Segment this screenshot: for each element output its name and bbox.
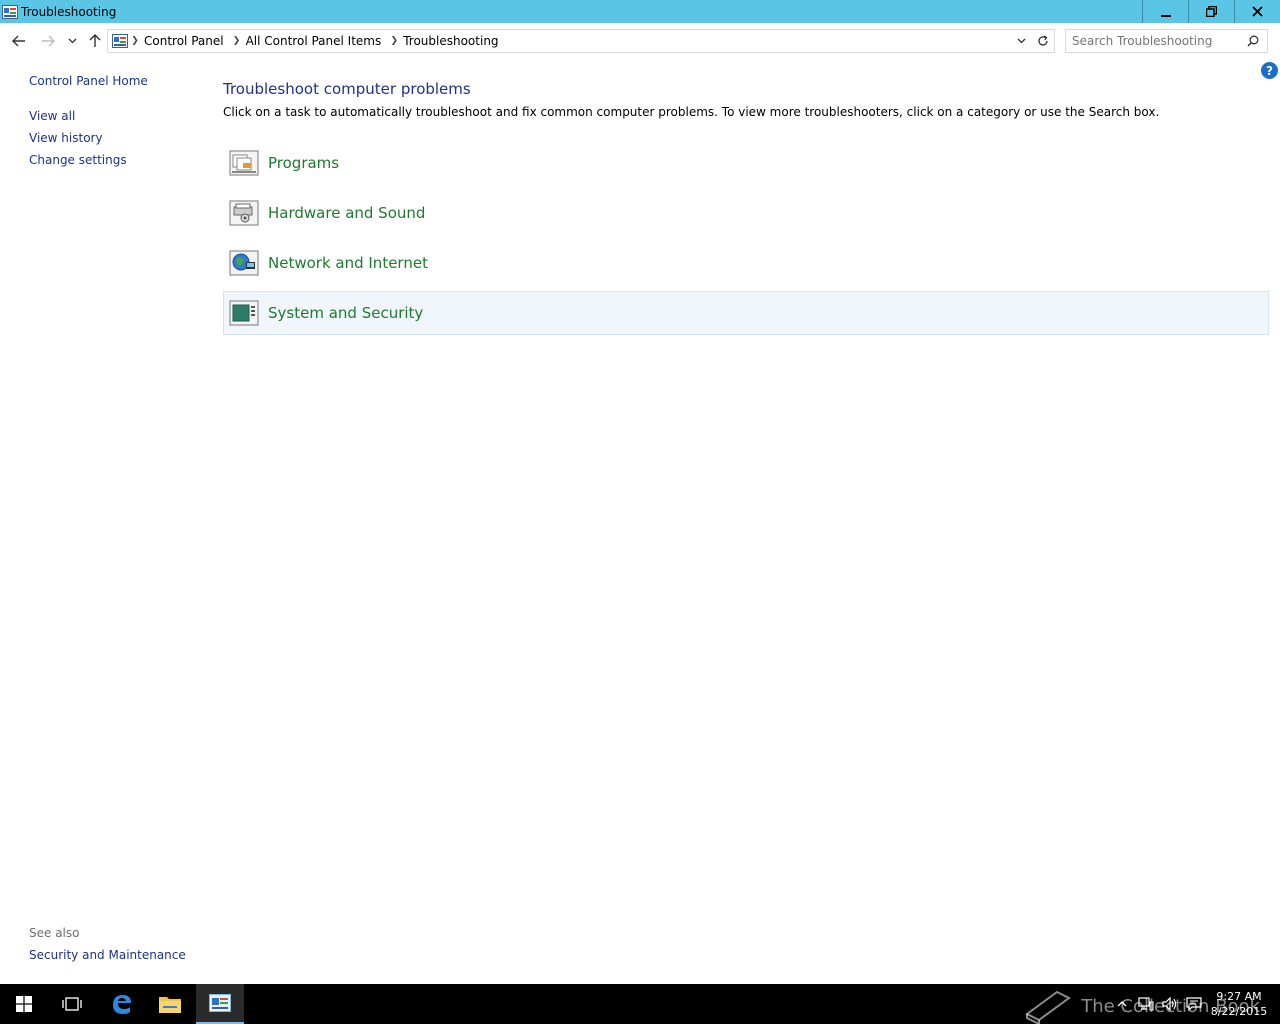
window-title: Troubleshooting: [21, 4, 117, 19]
up-arrow-icon: [89, 34, 101, 47]
address-bar[interactable]: ❯ Control Panel ❯ All Control Panel Item…: [107, 29, 1055, 53]
start-button[interactable]: [0, 984, 48, 1024]
breadcrumb-all-control-panel-items[interactable]: All Control Panel Items: [244, 34, 388, 48]
category-system-and-security[interactable]: System and Security: [223, 291, 1269, 335]
breadcrumb-control-panel[interactable]: Control Panel: [142, 34, 230, 48]
minimize-button[interactable]: [1142, 0, 1188, 23]
security-and-maintenance-link[interactable]: Security and Maintenance: [29, 948, 186, 962]
search-icon[interactable]: [1241, 35, 1265, 47]
left-navigation: Control Panel Home View all View history…: [29, 74, 209, 175]
breadcrumb-troubleshooting[interactable]: Troubleshooting: [401, 34, 504, 48]
file-explorer-button[interactable]: [146, 984, 194, 1024]
control-panel-home-link[interactable]: Control Panel Home: [29, 74, 209, 88]
main-content: Troubleshoot computer problems Click on …: [223, 80, 1269, 341]
network-tray-button[interactable]: [1134, 997, 1158, 1011]
address-bar-actions: [1010, 30, 1054, 52]
chevron-right-icon[interactable]: ❯: [387, 36, 401, 46]
refresh-icon: [1038, 35, 1048, 46]
programs-icon: [228, 147, 260, 179]
clock-date: 8/22/2015: [1210, 1005, 1268, 1018]
close-icon: [1252, 6, 1263, 17]
category-label[interactable]: System and Security: [268, 304, 423, 322]
action-center-button[interactable]: [1182, 997, 1206, 1011]
folder-icon: [159, 997, 181, 1013]
recent-locations-button[interactable]: [62, 31, 82, 51]
chevron-down-icon: [68, 38, 76, 44]
system-tray: 9:27 AM 8/22/2015: [1110, 984, 1280, 1024]
window-controls: [1142, 0, 1280, 23]
control-panel-taskbar-button[interactable]: [196, 984, 244, 1024]
chevron-right-icon[interactable]: ❯: [230, 36, 244, 46]
forward-arrow-icon: [42, 35, 55, 47]
restore-button[interactable]: [1188, 0, 1234, 23]
system-clock[interactable]: 9:27 AM 8/22/2015: [1206, 989, 1272, 1019]
close-button[interactable]: [1234, 0, 1280, 23]
search-box[interactable]: [1065, 29, 1268, 53]
system-security-icon: [228, 297, 260, 329]
network-icon: [1138, 997, 1154, 1011]
search-input[interactable]: [1066, 34, 1241, 48]
title-bar: Troubleshooting: [0, 0, 1280, 23]
book-icon: [1025, 990, 1072, 1024]
restore-icon: [1206, 6, 1217, 17]
up-button[interactable]: [85, 31, 105, 51]
control-panel-app-icon: [2, 4, 18, 19]
notification-icon: [1186, 997, 1202, 1011]
control-panel-icon: [112, 34, 128, 48]
category-programs[interactable]: Programs: [223, 141, 1269, 185]
category-label[interactable]: Hardware and Sound: [268, 204, 425, 222]
help-button[interactable]: ?: [1261, 62, 1278, 79]
network-internet-icon: [228, 247, 260, 279]
page-description: Click on a task to automatically trouble…: [223, 105, 1160, 119]
back-arrow-icon: [12, 35, 25, 47]
back-button[interactable]: [9, 31, 29, 51]
speaker-icon: [1162, 997, 1177, 1011]
minimize-icon: [1160, 14, 1171, 17]
edge-browser-button[interactable]: [98, 984, 146, 1024]
chevron-right-icon[interactable]: ❯: [128, 36, 142, 46]
category-label[interactable]: Programs: [268, 154, 339, 172]
category-label[interactable]: Network and Internet: [268, 254, 428, 272]
view-history-link[interactable]: View history: [29, 131, 209, 145]
hardware-sound-icon: [228, 197, 260, 229]
volume-tray-button[interactable]: [1158, 997, 1182, 1011]
page-title: Troubleshoot computer problems: [223, 80, 471, 98]
task-view-button[interactable]: [48, 984, 96, 1024]
chevron-down-icon: [1017, 38, 1025, 44]
clock-time: 9:27 AM: [1216, 990, 1262, 1003]
category-hardware-and-sound[interactable]: Hardware and Sound: [223, 191, 1269, 235]
refresh-button[interactable]: [1032, 35, 1054, 47]
control-panel-icon: [209, 994, 231, 1012]
task-view-icon: [62, 997, 82, 1011]
category-network-and-internet[interactable]: Network and Internet: [223, 241, 1269, 285]
show-hidden-icons-button[interactable]: [1110, 1001, 1134, 1007]
forward-button[interactable]: [38, 31, 58, 51]
change-settings-link[interactable]: Change settings: [29, 153, 209, 167]
category-list: Programs Hardware and Sound Network and …: [223, 141, 1269, 335]
taskbar: The Collection Book 9:27 AM 8/22/2015: [0, 984, 1280, 1024]
chevron-up-icon: [1117, 1001, 1127, 1007]
see-also-label: See also: [29, 926, 80, 940]
see-also-section: See also Security and Maintenance: [29, 926, 186, 962]
address-dropdown-button[interactable]: [1010, 38, 1032, 44]
edge-icon: [113, 995, 131, 1014]
view-all-link[interactable]: View all: [29, 109, 209, 123]
windows-logo-icon: [16, 996, 32, 1012]
